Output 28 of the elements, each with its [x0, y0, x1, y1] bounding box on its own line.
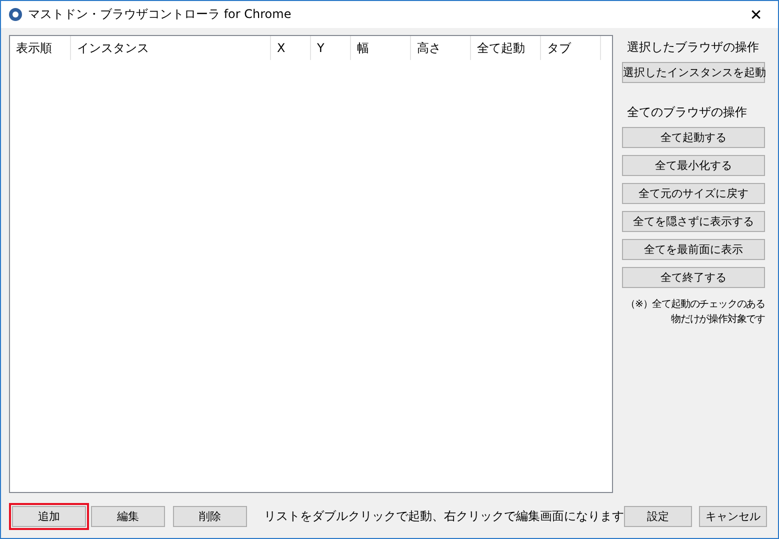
close-button[interactable]: ✕: [734, 6, 778, 24]
list-action-button[interactable]: 削除: [173, 506, 247, 527]
app-icon: [9, 8, 22, 21]
action-button[interactable]: 全て最小化する: [622, 155, 765, 176]
instance-list[interactable]: 表示順 インスタンス X Y 幅 高さ 全て起動 タブ: [9, 35, 613, 493]
column-header[interactable]: X: [271, 36, 311, 60]
note-text: （※）全て起動のチェックのある 物だけが操作対象です: [626, 298, 765, 327]
action-button[interactable]: 全てを隠さずに表示する: [622, 211, 765, 232]
section-heading: 全てのブラウザの操作: [627, 104, 748, 121]
list-action-button[interactable]: 追加: [12, 506, 86, 527]
column-header[interactable]: Y: [311, 36, 351, 60]
settings-button[interactable]: 設定: [624, 506, 692, 527]
column-header[interactable]: タブ: [541, 36, 601, 60]
window-title: マストドン・ブラウザコントローラ for Chrome: [28, 6, 292, 23]
action-button[interactable]: 全て終了する: [622, 267, 765, 288]
hint-text: リストをダブルクリックで起動、右クリックで編集画面になります: [264, 508, 624, 525]
list-action-button[interactable]: 編集: [91, 506, 165, 527]
action-button[interactable]: 全て起動する: [622, 127, 765, 148]
cancel-button[interactable]: キャンセル: [699, 506, 767, 527]
column-header[interactable]: インスタンス: [71, 36, 271, 60]
column-header[interactable]: 幅: [351, 36, 411, 60]
column-header[interactable]: 表示順: [10, 36, 71, 60]
action-button[interactable]: 全て元のサイズに戻す: [622, 183, 765, 204]
column-header[interactable]: 高さ: [411, 36, 471, 60]
section-heading: 選択したブラウザの操作: [627, 39, 760, 56]
column-header[interactable]: 全て起動: [471, 36, 541, 60]
action-button[interactable]: 全てを最前面に表示: [622, 239, 765, 260]
launch-selected-button[interactable]: 選択したインスタンスを起動: [622, 62, 765, 83]
